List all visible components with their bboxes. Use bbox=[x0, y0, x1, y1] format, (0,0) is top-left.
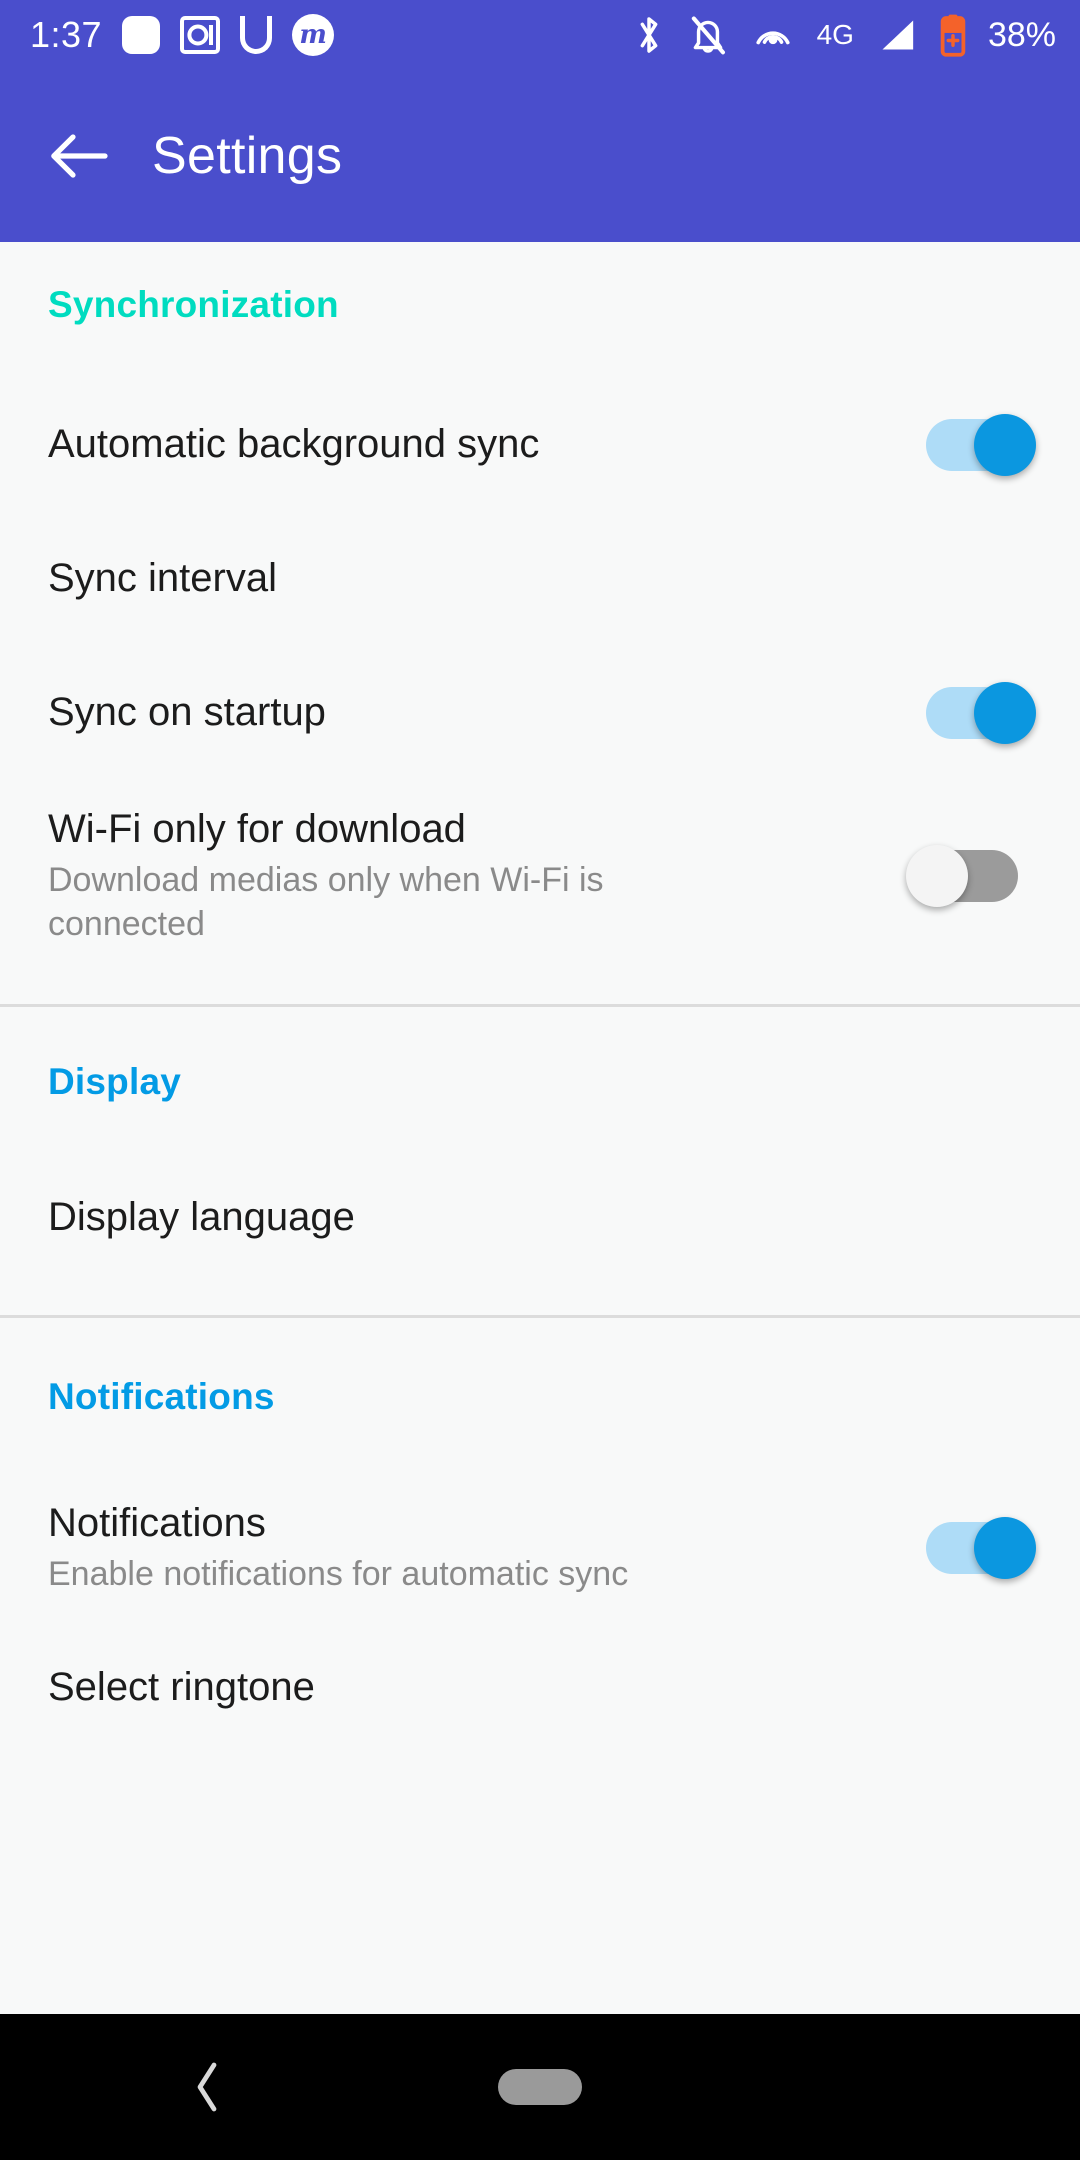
pref-summary: Download medias only when Wi-Fi is conne… bbox=[48, 861, 604, 943]
home-gesture-pill[interactable] bbox=[498, 2069, 582, 2105]
section-header-notifications: Notifications bbox=[48, 1376, 275, 1417]
section-header-synchronization: Synchronization bbox=[48, 284, 339, 325]
u-letter-icon bbox=[240, 16, 273, 54]
back-arrow-button[interactable] bbox=[24, 101, 134, 211]
notifications-off-icon bbox=[691, 16, 725, 55]
switch-sync-on-startup[interactable] bbox=[920, 681, 1036, 745]
battery-charging-icon bbox=[940, 14, 966, 57]
safe-icon bbox=[180, 16, 221, 54]
pref-text: Display language bbox=[48, 1194, 1036, 1241]
status-clock: 1:37 bbox=[30, 14, 103, 55]
section-display: Display Display language bbox=[0, 1007, 1080, 1315]
m-badge-icon: m bbox=[292, 14, 335, 56]
section-synchronization: Synchronization Automatic background syn… bbox=[0, 242, 1080, 1004]
battery-percent-label: 38% bbox=[987, 16, 1056, 54]
pref-row-wifi-only-for-download[interactable]: Wi-Fi only for download Download medias … bbox=[0, 780, 1080, 960]
pref-text: Automatic background sync bbox=[48, 421, 920, 468]
network-type-label: 4G bbox=[816, 19, 854, 50]
android-settings-screen: 1:37 m 4G 38% Settings Synchronization A… bbox=[0, 0, 1080, 2160]
status-bar-right: 4G 38% bbox=[633, 13, 1056, 57]
chevron-left-icon bbox=[197, 2062, 217, 2112]
pref-row-select-ringtone[interactable]: Select ringtone bbox=[0, 1624, 1080, 1752]
cellular-signal-icon bbox=[882, 20, 914, 50]
pref-row-sync-interval[interactable]: Sync interval bbox=[0, 512, 1080, 646]
rounded-square-icon bbox=[122, 16, 161, 54]
section-notifications: Notifications Notifications Enable notif… bbox=[0, 1318, 1080, 1752]
pref-text: Notifications Enable notifications for a… bbox=[48, 1500, 920, 1597]
pref-summary: Enable notifications for automatic sync bbox=[48, 1554, 629, 1593]
pref-title: Sync interval bbox=[48, 556, 277, 601]
switch-thumb bbox=[906, 845, 968, 907]
nav-back-button[interactable] bbox=[168, 2047, 248, 2127]
settings-list[interactable]: Synchronization Automatic background syn… bbox=[0, 242, 1080, 2014]
switch-thumb bbox=[974, 682, 1036, 744]
pref-row-display-language[interactable]: Display language bbox=[0, 1159, 1080, 1277]
pref-title: Wi-Fi only for download bbox=[48, 807, 466, 851]
pref-row-automatic-background-sync[interactable]: Automatic background sync bbox=[0, 378, 1080, 512]
hotspot-icon bbox=[755, 31, 790, 45]
switch-notifications[interactable] bbox=[920, 1516, 1036, 1580]
status-bar: 1:37 m 4G 38% bbox=[0, 0, 1080, 70]
pref-title: Display language bbox=[48, 1195, 355, 1240]
page-title: Settings bbox=[152, 127, 343, 185]
pref-text: Wi-Fi only for download Download medias … bbox=[48, 806, 906, 946]
switch-wifi-only-for-download[interactable] bbox=[906, 844, 1022, 908]
pref-row-notifications[interactable]: Notifications Enable notifications for a… bbox=[0, 1472, 1080, 1624]
pref-text: Sync interval bbox=[48, 555, 1036, 602]
status-bar-left: 1:37 m bbox=[30, 14, 335, 56]
system-navigation-bar bbox=[0, 2014, 1080, 2160]
app-bar: Settings bbox=[0, 70, 1080, 242]
pref-title: Notifications bbox=[48, 1500, 266, 1545]
pref-title: Sync on startup bbox=[48, 690, 326, 735]
switch-thumb bbox=[974, 414, 1036, 476]
switch-automatic-background-sync[interactable] bbox=[920, 413, 1036, 477]
pref-text: Sync on startup bbox=[48, 689, 920, 736]
pref-row-sync-on-startup[interactable]: Sync on startup bbox=[0, 646, 1080, 780]
arrow-left-icon bbox=[51, 134, 108, 178]
bluetooth-icon bbox=[640, 17, 657, 53]
pref-text: Select ringtone bbox=[48, 1664, 1036, 1711]
pref-title: Automatic background sync bbox=[48, 422, 540, 467]
switch-thumb bbox=[974, 1517, 1036, 1579]
section-header-display: Display bbox=[48, 1061, 182, 1102]
pref-title: Select ringtone bbox=[48, 1665, 315, 1710]
